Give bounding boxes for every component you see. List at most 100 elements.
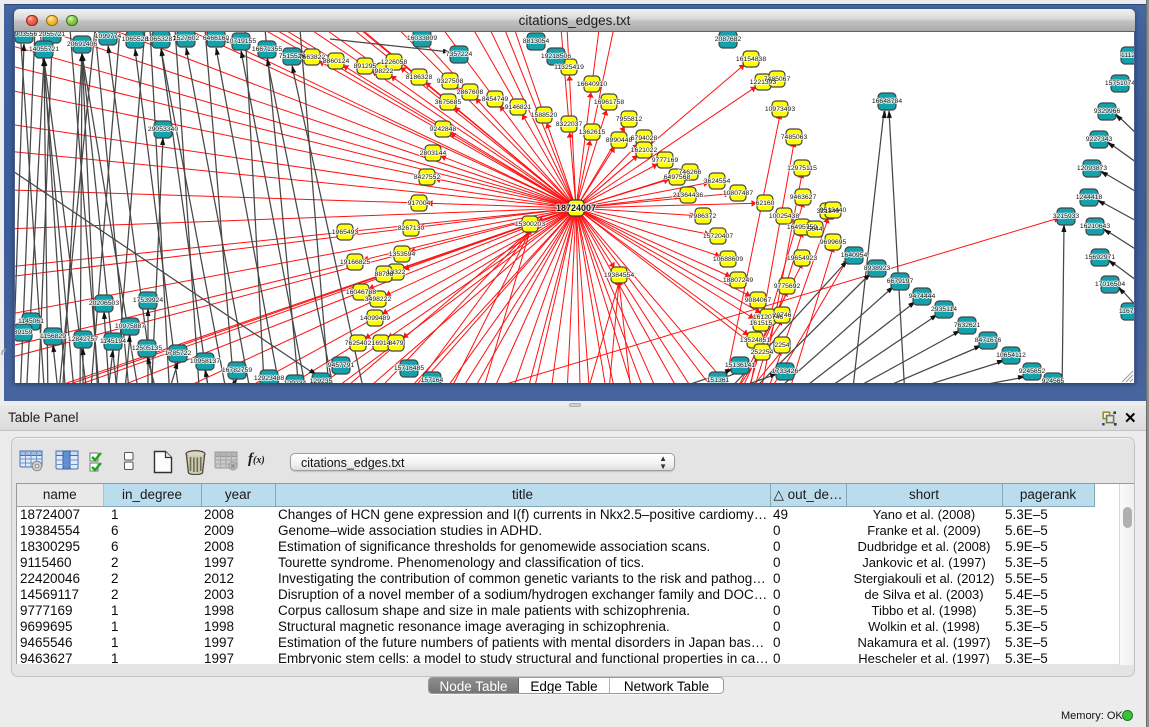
svg-text:9227343: 9227343	[1086, 136, 1113, 143]
svg-text:1527602: 1527602	[173, 35, 200, 42]
svg-text:7632621: 7632621	[954, 322, 981, 329]
svg-text:7515526: 7515526	[279, 53, 306, 60]
svg-text:3215933: 3215933	[1053, 213, 1080, 220]
svg-text:14055721: 14055721	[29, 46, 59, 53]
svg-text:1785722: 1785722	[165, 350, 192, 357]
svg-text:16648784: 16648784	[872, 98, 902, 105]
svg-text:15720407: 15720407	[703, 233, 733, 240]
svg-text:7485067: 7485067	[764, 76, 791, 83]
svg-text:2867608: 2867608	[457, 89, 484, 96]
svg-text:1145194: 1145194	[100, 338, 126, 345]
svg-text:1621022: 1621022	[631, 147, 658, 154]
svg-text:16640910: 16640910	[577, 81, 607, 88]
svg-text:9457791: 9457791	[328, 362, 355, 369]
svg-text:14099489: 14099489	[360, 315, 390, 322]
svg-text:9775692: 9775692	[774, 283, 801, 290]
svg-text:3624554: 3624554	[704, 178, 731, 185]
svg-text:7625402: 7625402	[345, 340, 372, 347]
svg-text:9699695: 9699695	[820, 239, 847, 246]
svg-text:10958137: 10958137	[190, 358, 220, 365]
svg-text:9245652: 9245652	[1019, 368, 1046, 375]
svg-text:15692971: 15692971	[1085, 254, 1115, 261]
svg-text:6679197: 6679197	[887, 278, 914, 285]
svg-text:10653287: 10653287	[146, 36, 176, 43]
svg-text:891295: 891295	[354, 63, 377, 70]
svg-text:16671355: 16671355	[252, 46, 282, 53]
svg-text:16961758: 16961758	[594, 99, 624, 106]
svg-text:1065528: 1065528	[122, 36, 149, 43]
svg-text:2087682: 2087682	[715, 36, 742, 43]
svg-text:20206503: 20206503	[89, 300, 119, 307]
svg-text:10973493: 10973493	[765, 106, 795, 113]
svg-text:62160: 62160	[756, 200, 775, 207]
svg-text:1353594: 1353594	[389, 251, 416, 258]
svg-text:15300203: 15300203	[515, 221, 545, 228]
svg-text:8813054: 8813054	[523, 38, 550, 45]
svg-text:7986372: 7986372	[690, 213, 717, 220]
svg-text:9777169: 9777169	[652, 157, 679, 164]
svg-text:15716485: 15716485	[394, 365, 424, 372]
svg-text:16033809: 16033809	[407, 35, 437, 42]
svg-text:10688609: 10688609	[713, 256, 743, 263]
svg-text:12923488: 12923488	[254, 375, 284, 382]
svg-text:7485063: 7485063	[781, 134, 808, 141]
svg-text:15751074: 15751074	[1105, 80, 1134, 87]
svg-text:10807487: 10807487	[723, 190, 753, 197]
svg-text:1226058: 1226058	[381, 59, 408, 66]
svg-text:12842757: 12842757	[68, 336, 98, 343]
svg-text:157164: 157164	[421, 377, 444, 383]
svg-text:2935114: 2935114	[931, 306, 957, 313]
svg-text:8322037: 8322037	[556, 121, 583, 128]
svg-text:98222: 98222	[375, 68, 394, 75]
svg-text:12975115: 12975115	[787, 165, 817, 172]
svg-text:88788: 88788	[375, 271, 394, 278]
svg-text:16154838: 16154838	[736, 56, 766, 63]
svg-text:9513440: 9513440	[820, 207, 847, 214]
svg-text:12505135: 12505135	[132, 345, 162, 352]
svg-text:1640954: 1640954	[841, 252, 868, 259]
svg-text:1099774: 1099774	[95, 33, 122, 40]
svg-text:3498222: 3498222	[365, 296, 392, 303]
svg-text:11122: 11122	[1121, 52, 1134, 59]
svg-text:917004: 917004	[408, 200, 431, 207]
svg-text:1903556: 1903556	[15, 32, 37, 38]
svg-text:8860124: 8860124	[323, 58, 350, 65]
svg-text:8427552: 8427552	[414, 174, 441, 181]
svg-text:8186328: 8186328	[406, 74, 433, 81]
svg-text:19166825: 19166825	[340, 259, 370, 266]
svg-text:924565: 924565	[1042, 378, 1065, 383]
svg-text:2803144: 2803144	[420, 150, 447, 157]
svg-text:10025438: 10025438	[769, 213, 799, 220]
svg-text:1156829: 1156829	[40, 333, 66, 340]
svg-text:18807249: 18807249	[723, 277, 753, 284]
svg-text:9327508: 9327508	[437, 78, 464, 85]
svg-text:1588520: 1588520	[531, 112, 558, 119]
svg-text:9474444: 9474444	[909, 293, 936, 300]
svg-text:19654923: 19654923	[787, 255, 817, 262]
svg-text:29053340: 29053340	[148, 126, 178, 133]
svg-text:39159: 39159	[15, 329, 33, 336]
svg-text:129235: 129235	[310, 378, 333, 383]
svg-text:10975887: 10975887	[115, 323, 145, 330]
svg-text:10654112: 10654112	[996, 352, 1026, 359]
svg-text:161515: 161515	[750, 320, 773, 327]
svg-text:9463627: 9463627	[790, 194, 817, 201]
svg-text:6497568: 6497568	[664, 174, 691, 181]
svg-text:1965493: 1965493	[332, 229, 359, 236]
svg-text:1733426: 1733426	[772, 368, 799, 375]
svg-text:19218506: 19218506	[541, 53, 571, 60]
svg-text:9146821: 9146821	[505, 104, 532, 111]
svg-text:15136141: 15136141	[725, 362, 755, 369]
svg-text:252254: 252254	[751, 349, 774, 356]
svg-text:8938923: 8938923	[864, 265, 891, 272]
svg-text:6794028: 6794028	[631, 135, 658, 142]
svg-text:16782759: 16782759	[222, 367, 252, 374]
svg-text:1244418: 1244418	[1076, 194, 1103, 201]
svg-text:8990448: 8990448	[606, 137, 633, 144]
svg-text:10719155: 10719155	[226, 38, 256, 45]
svg-text:17539924: 17539924	[133, 297, 163, 304]
svg-text:2254: 2254	[774, 342, 789, 349]
svg-text:7955812: 7955812	[616, 116, 643, 123]
svg-text:16046788: 16046788	[346, 289, 376, 296]
svg-text:21364436: 21364436	[673, 192, 703, 199]
